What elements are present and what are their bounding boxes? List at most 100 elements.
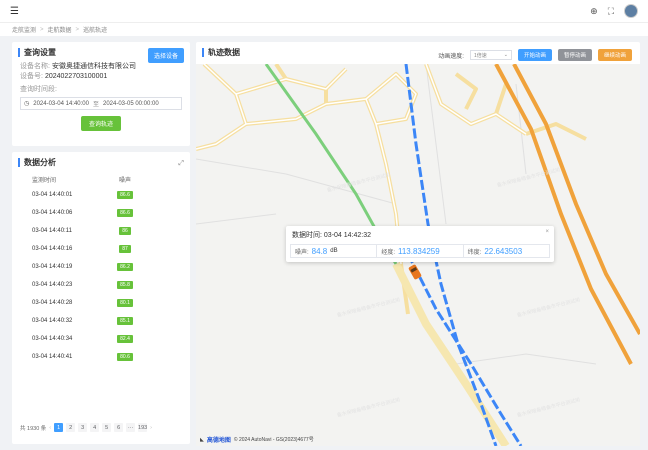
device-name-value: 安徽奥捷通信科技有限公司 <box>51 63 136 70</box>
breadcrumb-item[interactable]: 走航监测 <box>12 25 36 34</box>
map-attribution: ◣ 高德地图 © 2024 AutoNavi - GS(2023)4677号 <box>200 435 314 445</box>
map-canvas[interactable]: 备水保暗备暗备市平台测试用 备水保暗备暗备市平台测试用 备水保暗备暗备市平台测试… <box>196 64 640 446</box>
noise-value: 84.8 <box>311 246 328 256</box>
noise-tag: 86.2 <box>117 263 133 271</box>
speed-select[interactable]: 1倍速 ⌄ <box>469 50 512 60</box>
table-row[interactable]: 03-04 14:40:19 86.2 <box>12 258 190 276</box>
query-settings-panel: 查询设置 选择设备 设备名称: 安徽奥捷通信科技有限公司 设备号: 20240227… <box>12 42 190 146</box>
noise-tag: 86.6 <box>117 209 133 217</box>
expressway-2 <box>494 64 633 365</box>
avatar[interactable] <box>624 4 638 18</box>
row-time: 03-04 14:40:41 <box>32 354 73 360</box>
popup-time-row: 数据时间: 03-04 14:42:32 <box>290 230 550 240</box>
device-no-value: 2024022703100001 <box>44 73 108 80</box>
close-icon[interactable]: × <box>545 229 549 235</box>
globe-icon[interactable]: ⊕ <box>590 6 598 17</box>
noise-tag: 87 <box>119 245 131 253</box>
speed-label: 动画速度: <box>438 53 464 60</box>
table-row[interactable]: 03-04 14:40:41 80.6 <box>12 348 190 366</box>
chevron-down-icon: ⌄ <box>503 52 508 58</box>
noise-unit: dB <box>330 248 338 254</box>
hamburger-icon[interactable]: ☰ <box>10 6 19 17</box>
page-button[interactable]: 2 <box>66 423 76 432</box>
title-accent-bar <box>18 47 20 57</box>
table-row[interactable]: 03-04 14:40:34 82.4 <box>12 330 190 348</box>
data-popup: 数据时间: 03-04 14:42:32 × 噪声: 84.8 dB 经度: 1… <box>286 226 554 262</box>
column-header-noise: 噪声 <box>118 177 131 184</box>
noise-label: 噪声: <box>295 249 309 256</box>
row-time: 03-04 14:40:11 <box>32 228 72 234</box>
page-button[interactable]: 5 <box>102 423 112 432</box>
query-track-button[interactable]: 查询轨迹 <box>80 116 121 131</box>
track-map-panel: 轨迹数据 动画速度: 1倍速 ⌄ 开始动画 暂停动画 继续动画 备水保暗备暗备市… <box>196 42 640 446</box>
table-row[interactable]: 03-04 14:40:23 85.8 <box>12 276 190 294</box>
popup-values: 噪声: 84.8 dB 经度: 113.834259 纬度: 22.643503 <box>290 244 550 258</box>
expressway-1 <box>512 64 640 335</box>
longitude-label: 经度: <box>381 249 395 256</box>
select-device-button[interactable]: 选择设备 <box>147 48 184 63</box>
chevron-right-icon[interactable]: › <box>150 425 152 431</box>
fullscreen-icon[interactable]: ⛶ <box>608 6 614 17</box>
row-time: 03-04 14:40:34 <box>32 336 73 342</box>
table-row[interactable]: 03-04 14:40:01 86.6 <box>12 186 190 204</box>
noise-tag: 82.4 <box>117 335 133 343</box>
map-copyright: © 2024 AutoNavi - GS(2023)4677号 <box>233 437 314 443</box>
row-noise: 82.4 <box>90 335 160 343</box>
page-button[interactable]: 193 <box>138 423 147 432</box>
page-button[interactable]: 6 <box>114 423 124 432</box>
row-time: 03-04 14:40:06 <box>32 210 73 216</box>
table-row[interactable]: 03-04 14:40:11 86 <box>12 222 190 240</box>
table-row[interactable]: 03-04 14:40:28 80.1 <box>12 294 190 312</box>
breadcrumb: 走航监测 > 走航数据 > 巡航轨迹 <box>0 22 648 36</box>
popup-time-label: 数据时间: <box>292 232 322 239</box>
popup-time-value: 03-04 14:42:32 <box>323 232 372 239</box>
noise-tag: 80.1 <box>117 299 133 307</box>
pagination: 共 1930 条 ‹ 1 2 3 4 5 6 ··· 193 › <box>20 423 152 432</box>
chevron-left-icon[interactable]: ‹ <box>49 425 51 431</box>
latitude-cell: 纬度: 22.643503 <box>464 245 549 257</box>
row-time: 03-04 14:40:32 <box>32 318 73 324</box>
row-noise: 80.1 <box>90 299 160 307</box>
main-road <box>392 262 510 446</box>
page-button[interactable]: ··· <box>126 423 136 432</box>
amap-logo-icon: ◣ <box>200 436 204 443</box>
start-time-input[interactable]: 2024-03-04 14:40:00 <box>33 101 89 107</box>
noise-tag: 85.8 <box>117 281 133 289</box>
table-row[interactable]: 03-04 14:40:32 85.1 <box>12 312 190 330</box>
column-header-time: 监测时间 <box>32 177 57 184</box>
row-noise: 85.1 <box>90 317 160 325</box>
date-range-picker[interactable]: ◷ 2024-03-04 14:40:00 至 2024-03-05 00:00… <box>20 97 182 110</box>
device-no-row: 设备号: 2024022703100001 <box>12 72 190 82</box>
table-row[interactable]: 03-04 14:40:06 86.6 <box>12 204 190 222</box>
query-settings-title: 查询设置 <box>24 47 56 57</box>
breadcrumb-item[interactable]: 走航数据 <box>48 25 72 34</box>
breadcrumb-separator: > <box>75 26 80 33</box>
row-noise: 85.8 <box>90 281 160 289</box>
time-range-label: 查询时间段: <box>20 86 57 93</box>
clock-icon: ◷ <box>24 101 30 107</box>
animation-controls: 动画速度: 1倍速 ⌄ 开始动画 暂停动画 继续动画 <box>438 49 632 61</box>
title-accent-bar <box>18 157 20 167</box>
table-row[interactable]: 03-04 14:40:16 87 <box>12 240 190 258</box>
noise-tag: 80.6 <box>117 353 133 361</box>
latitude-label: 纬度: <box>467 249 482 256</box>
row-time: 03-04 14:40:16 <box>32 246 73 252</box>
speed-select-value: 1倍速 <box>473 52 487 59</box>
pause-animation-button[interactable]: 暂停动画 <box>557 49 592 61</box>
page-button[interactable]: 4 <box>90 423 100 432</box>
page-button[interactable]: 3 <box>78 423 88 432</box>
resume-animation-button[interactable]: 继续动画 <box>597 49 632 61</box>
expand-icon[interactable]: ⤢ <box>178 160 184 168</box>
end-time-input[interactable]: 2024-03-05 00:00:00 <box>103 101 159 107</box>
longitude-value: 113.834259 <box>398 246 440 256</box>
page-button[interactable]: 1 <box>54 423 64 432</box>
noise-tag: 86 <box>119 227 131 235</box>
pager-total: 共 1930 条 <box>20 425 47 432</box>
track-data-title: 轨迹数据 <box>208 47 240 57</box>
row-noise: 80.6 <box>90 353 160 361</box>
device-name-label: 设备名称: <box>20 63 50 70</box>
panel-title: 数据分析 <box>12 152 190 172</box>
device-name-row: 设备名称: 安徽奥捷通信科技有限公司 <box>12 62 190 72</box>
noise-tag: 85.1 <box>117 317 133 325</box>
start-animation-button[interactable]: 开始动画 <box>517 49 552 61</box>
